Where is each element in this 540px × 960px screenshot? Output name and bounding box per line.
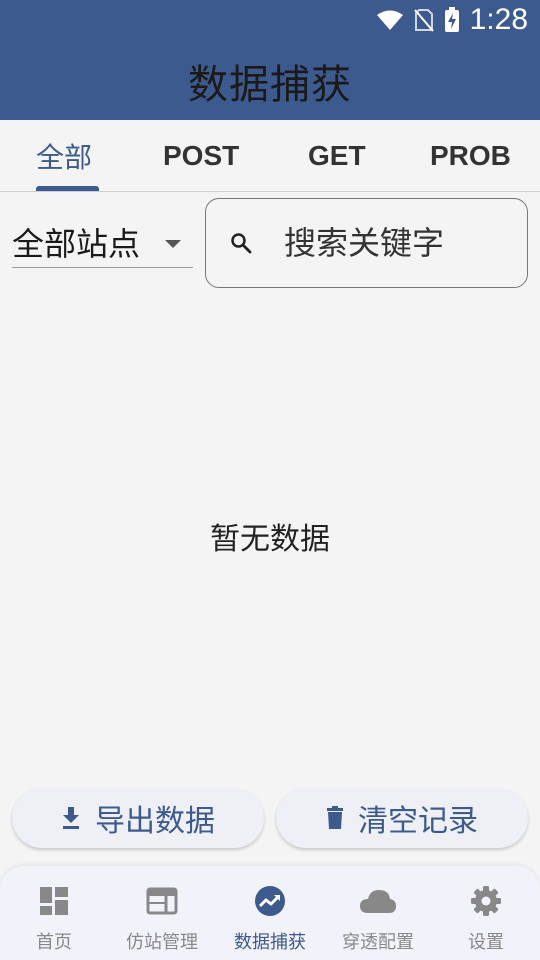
nav-label-home: 首页 bbox=[36, 932, 72, 953]
export-data-button[interactable]: 导出数据 bbox=[12, 788, 264, 848]
nav-label-data-capture: 数据捕获 bbox=[234, 932, 306, 953]
site-select-value: 全部站点 bbox=[12, 224, 141, 263]
page-title: 数据捕获 bbox=[188, 62, 352, 108]
tab-post[interactable]: POST bbox=[163, 120, 239, 191]
tab-probe[interactable]: PROB bbox=[430, 120, 511, 191]
nav-item-tunnel-config[interactable]: 穿透配置 bbox=[324, 866, 432, 960]
search-input[interactable] bbox=[284, 219, 514, 267]
tab-all[interactable]: 全部 bbox=[36, 120, 92, 191]
search-box[interactable] bbox=[205, 198, 528, 288]
search-icon bbox=[231, 233, 252, 254]
status-time: 1:28 bbox=[469, 3, 528, 36]
tab-indicator bbox=[36, 186, 99, 191]
tab-overflow-fade bbox=[510, 120, 540, 191]
clear-records-label: 清空记录 bbox=[358, 804, 478, 839]
nav-item-home[interactable]: 首页 bbox=[0, 866, 108, 960]
tab-get[interactable]: GET bbox=[308, 120, 366, 191]
web-window-icon bbox=[146, 887, 178, 915]
gear-icon bbox=[471, 886, 501, 916]
battery-charging-icon bbox=[444, 7, 459, 32]
trending-up-icon bbox=[255, 886, 285, 916]
app-header: 1:28 数据捕获 bbox=[0, 0, 540, 120]
tab-bar: 全部 POST GET PROB bbox=[0, 120, 540, 192]
download-icon bbox=[63, 807, 79, 829]
site-select-dropdown[interactable]: 全部站点 bbox=[12, 216, 193, 268]
status-bar: 1:28 bbox=[0, 0, 540, 40]
no-sim-icon bbox=[413, 9, 434, 32]
wifi-icon bbox=[376, 10, 403, 30]
trash-icon bbox=[327, 806, 343, 829]
bottom-navigation: 首页 仿站管理 数据捕获 穿透配置 设置 bbox=[0, 866, 540, 960]
dropdown-arrow-icon bbox=[165, 240, 181, 248]
cloud-icon bbox=[360, 890, 396, 913]
clear-records-button[interactable]: 清空记录 bbox=[276, 788, 528, 848]
empty-state-text: 暂无数据 bbox=[210, 522, 330, 557]
nav-item-data-capture[interactable]: 数据捕获 bbox=[216, 866, 324, 960]
nav-label-settings: 设置 bbox=[468, 932, 504, 953]
nav-label-site-management: 仿站管理 bbox=[126, 932, 198, 953]
export-data-label: 导出数据 bbox=[95, 804, 215, 839]
nav-label-tunnel-config: 穿透配置 bbox=[342, 932, 414, 953]
nav-item-site-management[interactable]: 仿站管理 bbox=[108, 866, 216, 960]
nav-item-settings[interactable]: 设置 bbox=[432, 866, 540, 960]
dashboard-icon bbox=[40, 887, 68, 915]
